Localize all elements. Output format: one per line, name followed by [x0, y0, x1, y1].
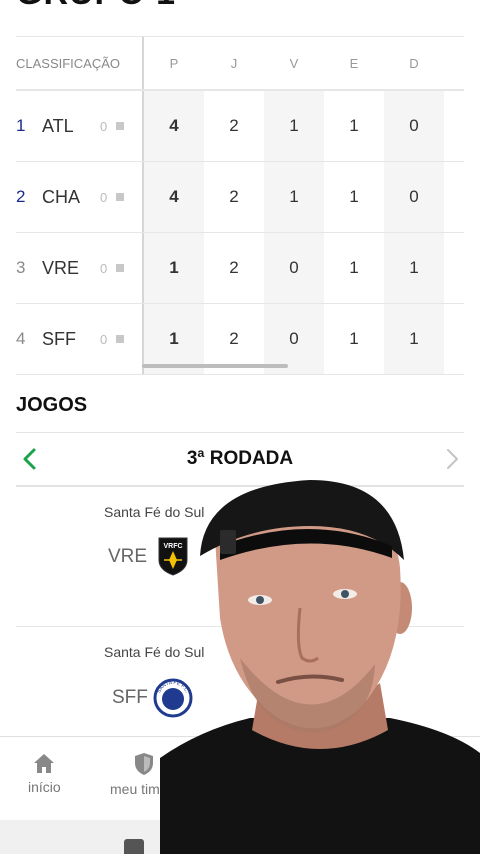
- home-icon: [34, 754, 55, 773]
- played-cell: 2: [229, 116, 239, 135]
- position-change-icon: [116, 193, 124, 201]
- team-abbr: VRE: [42, 257, 80, 278]
- nav-item-inicio[interactable]: início: [28, 751, 61, 795]
- points-cell: 1: [144, 233, 204, 303]
- losses-cell: 0: [384, 91, 444, 161]
- games-section-title: JOGOS: [16, 394, 88, 416]
- played-cell: 2: [229, 187, 239, 206]
- position-number: 4: [16, 329, 26, 348]
- col-header-e[interactable]: E: [324, 37, 384, 89]
- table-horizontal-scrollbar[interactable]: [142, 364, 288, 368]
- nav-item-label: meu tim: [110, 781, 160, 797]
- position-number: 3: [16, 258, 26, 277]
- position-change: 0: [100, 189, 108, 205]
- chevron-left-icon[interactable]: [20, 447, 40, 476]
- group-title: GRUPO 1: [16, 0, 176, 13]
- wins-cell: 0: [264, 233, 324, 303]
- presenter-video-overlay: [160, 468, 480, 854]
- round-title: 3ª RODADA: [186, 448, 294, 469]
- table-row[interactable]: 3 VRE 0 1 2 0 1 1: [16, 233, 464, 304]
- table-row[interactable]: 1 ATL 0 4 2 1 1 0: [16, 91, 464, 162]
- classification-label: CLASSIFICAÇÃO: [16, 55, 121, 71]
- col-header-p[interactable]: P: [144, 37, 204, 89]
- team-abbr: SFF: [42, 328, 76, 349]
- position-number: 1: [16, 116, 26, 135]
- col-header-j[interactable]: J: [204, 37, 264, 89]
- home-team-abbr: SFF: [112, 687, 148, 708]
- nav-item-label: início: [28, 779, 61, 795]
- table-row[interactable]: 2 CHA 0 4 2 1 1 0: [16, 162, 464, 233]
- position-number: 2: [16, 187, 26, 206]
- losses-cell: 0: [384, 162, 444, 232]
- position-change-icon: [116, 335, 124, 343]
- played-cell: 2: [229, 258, 239, 277]
- home-team-abbr: VRE: [108, 546, 148, 567]
- position-change-icon: [116, 122, 124, 130]
- standings-table: CLASSIFICAÇÃO P J V E D 1 ATL 0 4 2 1 1 …: [16, 36, 464, 375]
- position-change: 0: [100, 118, 108, 134]
- wins-cell: 1: [264, 162, 324, 232]
- points-cell: 4: [144, 91, 204, 161]
- standings-header: CLASSIFICAÇÃO P J V E D: [16, 36, 464, 91]
- team-abbr: ATL: [42, 115, 74, 136]
- position-change: 0: [100, 331, 108, 347]
- col-header-v[interactable]: V: [264, 37, 324, 89]
- losses-cell: 1: [384, 233, 444, 303]
- draws-cell: 1: [349, 258, 359, 277]
- position-change-icon: [116, 264, 124, 272]
- points-cell: 4: [144, 162, 204, 232]
- nav-item-meu-time[interactable]: meu tim: [110, 751, 160, 797]
- losses-cell: 1: [384, 304, 444, 374]
- shield-icon: [135, 753, 153, 775]
- col-header-d[interactable]: D: [384, 37, 444, 89]
- draws-cell: 1: [349, 116, 359, 135]
- team-abbr: CHA: [42, 186, 81, 207]
- draws-cell: 1: [349, 329, 359, 348]
- home-indicator[interactable]: [124, 839, 144, 854]
- position-change: 0: [100, 260, 108, 276]
- wins-cell: 1: [264, 91, 324, 161]
- draws-cell: 1: [349, 187, 359, 206]
